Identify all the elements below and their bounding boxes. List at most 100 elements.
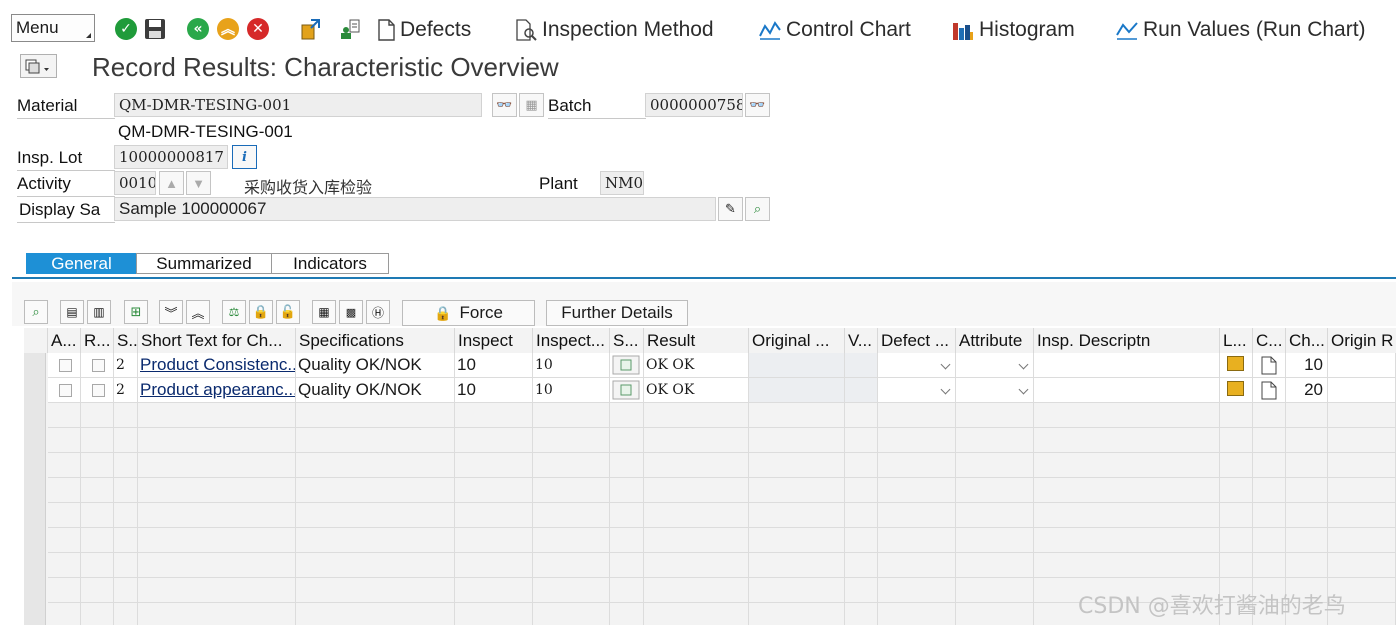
empty-cell [533,478,610,503]
row-defect-select[interactable] [878,378,956,403]
display-sample-field[interactable]: Sample 100000067 [114,197,716,221]
row-short-text-link[interactable]: Product Consistenc... [138,353,296,378]
row-short-text-link[interactable]: Product appearanc... [138,378,296,403]
column-header-s[interactable]: S... [114,328,138,353]
column-header-defect[interactable]: Defect ... [878,328,956,353]
column-header-origin[interactable]: Origin R [1328,328,1396,353]
row-insp-descriptn-input[interactable] [1034,378,1220,403]
row-specifications: Quality OK/NOK [296,378,455,403]
row-checkbox-a[interactable] [48,378,81,403]
column-header-r[interactable]: R... [81,328,114,353]
save-ok-button[interactable]: ✓ [114,17,138,41]
column-header-original[interactable]: Original ... [749,328,845,353]
calculator-button[interactable]: ▦ [312,300,336,324]
menu-button[interactable]: Menu [11,14,95,42]
activity-field[interactable]: 0010 [114,171,156,195]
row-long-text-button[interactable] [1220,378,1253,403]
column-header-v[interactable]: V... [845,328,878,353]
row-result-input[interactable]: OK OK [644,353,749,378]
checkbox[interactable] [59,384,72,397]
save-button[interactable] [143,17,167,41]
sample-search-button[interactable]: ⌕ [745,197,770,221]
checkbox[interactable] [59,359,72,372]
edit-sample-button[interactable]: ✎ [718,197,743,221]
inspector-button[interactable] [338,17,362,41]
row-checkbox-r[interactable] [81,353,114,378]
unlock-button[interactable]: 🔓 [276,300,300,324]
history-button[interactable]: Ⓗ [366,300,390,324]
row-attribute-select[interactable] [956,353,1034,378]
insp-lot-info-button[interactable]: i [232,145,257,169]
expand-all-button[interactable]: ︾ [159,300,183,324]
column-header-ch[interactable]: Ch... [1286,328,1328,353]
column-header-a[interactable]: A... [48,328,81,353]
empty-cell [1253,528,1286,553]
column-header-specifications[interactable]: Specifications [296,328,455,353]
run-values-button[interactable]: Run Values (Run Chart) [1116,16,1366,44]
details-button[interactable]: ⌕ [24,300,48,324]
column-header-l[interactable]: L... [1220,328,1253,353]
checkbox[interactable] [92,359,105,372]
column-header-result[interactable]: Result [644,328,749,353]
column-header-short-text[interactable]: Short Text for Ch... [138,328,296,353]
histogram-button[interactable]: Histogram [952,16,1075,44]
activity-previous-button[interactable]: ▲ [159,171,184,195]
row-inspected-input[interactable]: 10 [533,353,610,378]
add-characteristic-button[interactable]: ⊞ [124,300,148,324]
collapse-all-button[interactable]: ︽ [186,300,210,324]
history-icon: Ⓗ [371,305,384,320]
row-status[interactable] [610,378,644,403]
inspection-method-button[interactable]: Inspection Method [515,16,714,44]
defects-button[interactable]: Defects [377,16,471,44]
lock-button[interactable]: 🔒 [249,300,273,324]
row-selector-column[interactable] [24,353,46,625]
control-chart-button[interactable]: Control Chart [759,16,911,44]
clipboard-arrow-icon [301,19,320,40]
column-header-c[interactable]: C... [1253,328,1286,353]
select-all-button[interactable]: ▤ [60,300,84,324]
valuate-button[interactable]: ⚖ [222,300,246,324]
tab-general[interactable]: General [26,253,137,274]
further-details-button[interactable]: Further Details [546,300,688,326]
activity-next-button[interactable]: ▼ [186,171,211,195]
tab-summarized[interactable]: Summarized [136,253,272,274]
batch-display-button[interactable]: 👓 [745,93,770,117]
tab-indicators[interactable]: Indicators [271,253,389,274]
row-attribute-select[interactable] [956,378,1034,403]
cancel-button[interactable]: ✕ [246,17,270,41]
row-checkbox-a[interactable] [48,353,81,378]
insp-lot-field[interactable]: 10000000817 [114,145,228,169]
row-inspected-input[interactable]: 10 [533,378,610,403]
empty-cell [956,578,1034,603]
row-long-text-button[interactable] [1220,353,1253,378]
column-header-inspect[interactable]: Inspect [455,328,533,353]
empty-cell [1220,553,1253,578]
back-button[interactable]: « [186,17,210,41]
column-header-attribute[interactable]: Attribute [956,328,1034,353]
column-header-inspected[interactable]: Inspect... [533,328,610,353]
empty-cell [610,603,644,625]
row-insp-descriptn-input[interactable] [1034,353,1220,378]
deselect-all-button[interactable]: ▥ [87,300,111,324]
batch-field[interactable]: 0000000758 [645,93,743,117]
checkbox[interactable] [92,384,105,397]
plant-field[interactable]: NM01 [600,171,644,195]
exit-button[interactable]: ︽ [216,17,240,41]
row-result-input[interactable]: OK OK [644,378,749,403]
row-defect-select[interactable] [878,353,956,378]
column-header-select[interactable] [24,328,48,353]
row-status[interactable] [610,353,644,378]
material-field[interactable]: QM-DMR-TESING-001 [114,93,482,117]
row-document-button[interactable] [1253,353,1286,378]
column-header-insp-descriptn[interactable]: Insp. Descriptn [1034,328,1220,353]
material-display-button[interactable]: 👓 [492,93,517,117]
force-button[interactable]: 🔒 Force [402,300,535,326]
row-document-button[interactable] [1253,378,1286,403]
calendar-button[interactable]: ▩ [339,300,363,324]
column-header-s2[interactable]: S... [610,328,644,353]
material-info-button[interactable]: ▦ [519,93,544,117]
valuation-button[interactable] [298,17,322,41]
row-checkbox-r[interactable] [81,378,114,403]
batch-label: Batch [548,96,592,115]
screen-options-button[interactable] [20,54,57,78]
